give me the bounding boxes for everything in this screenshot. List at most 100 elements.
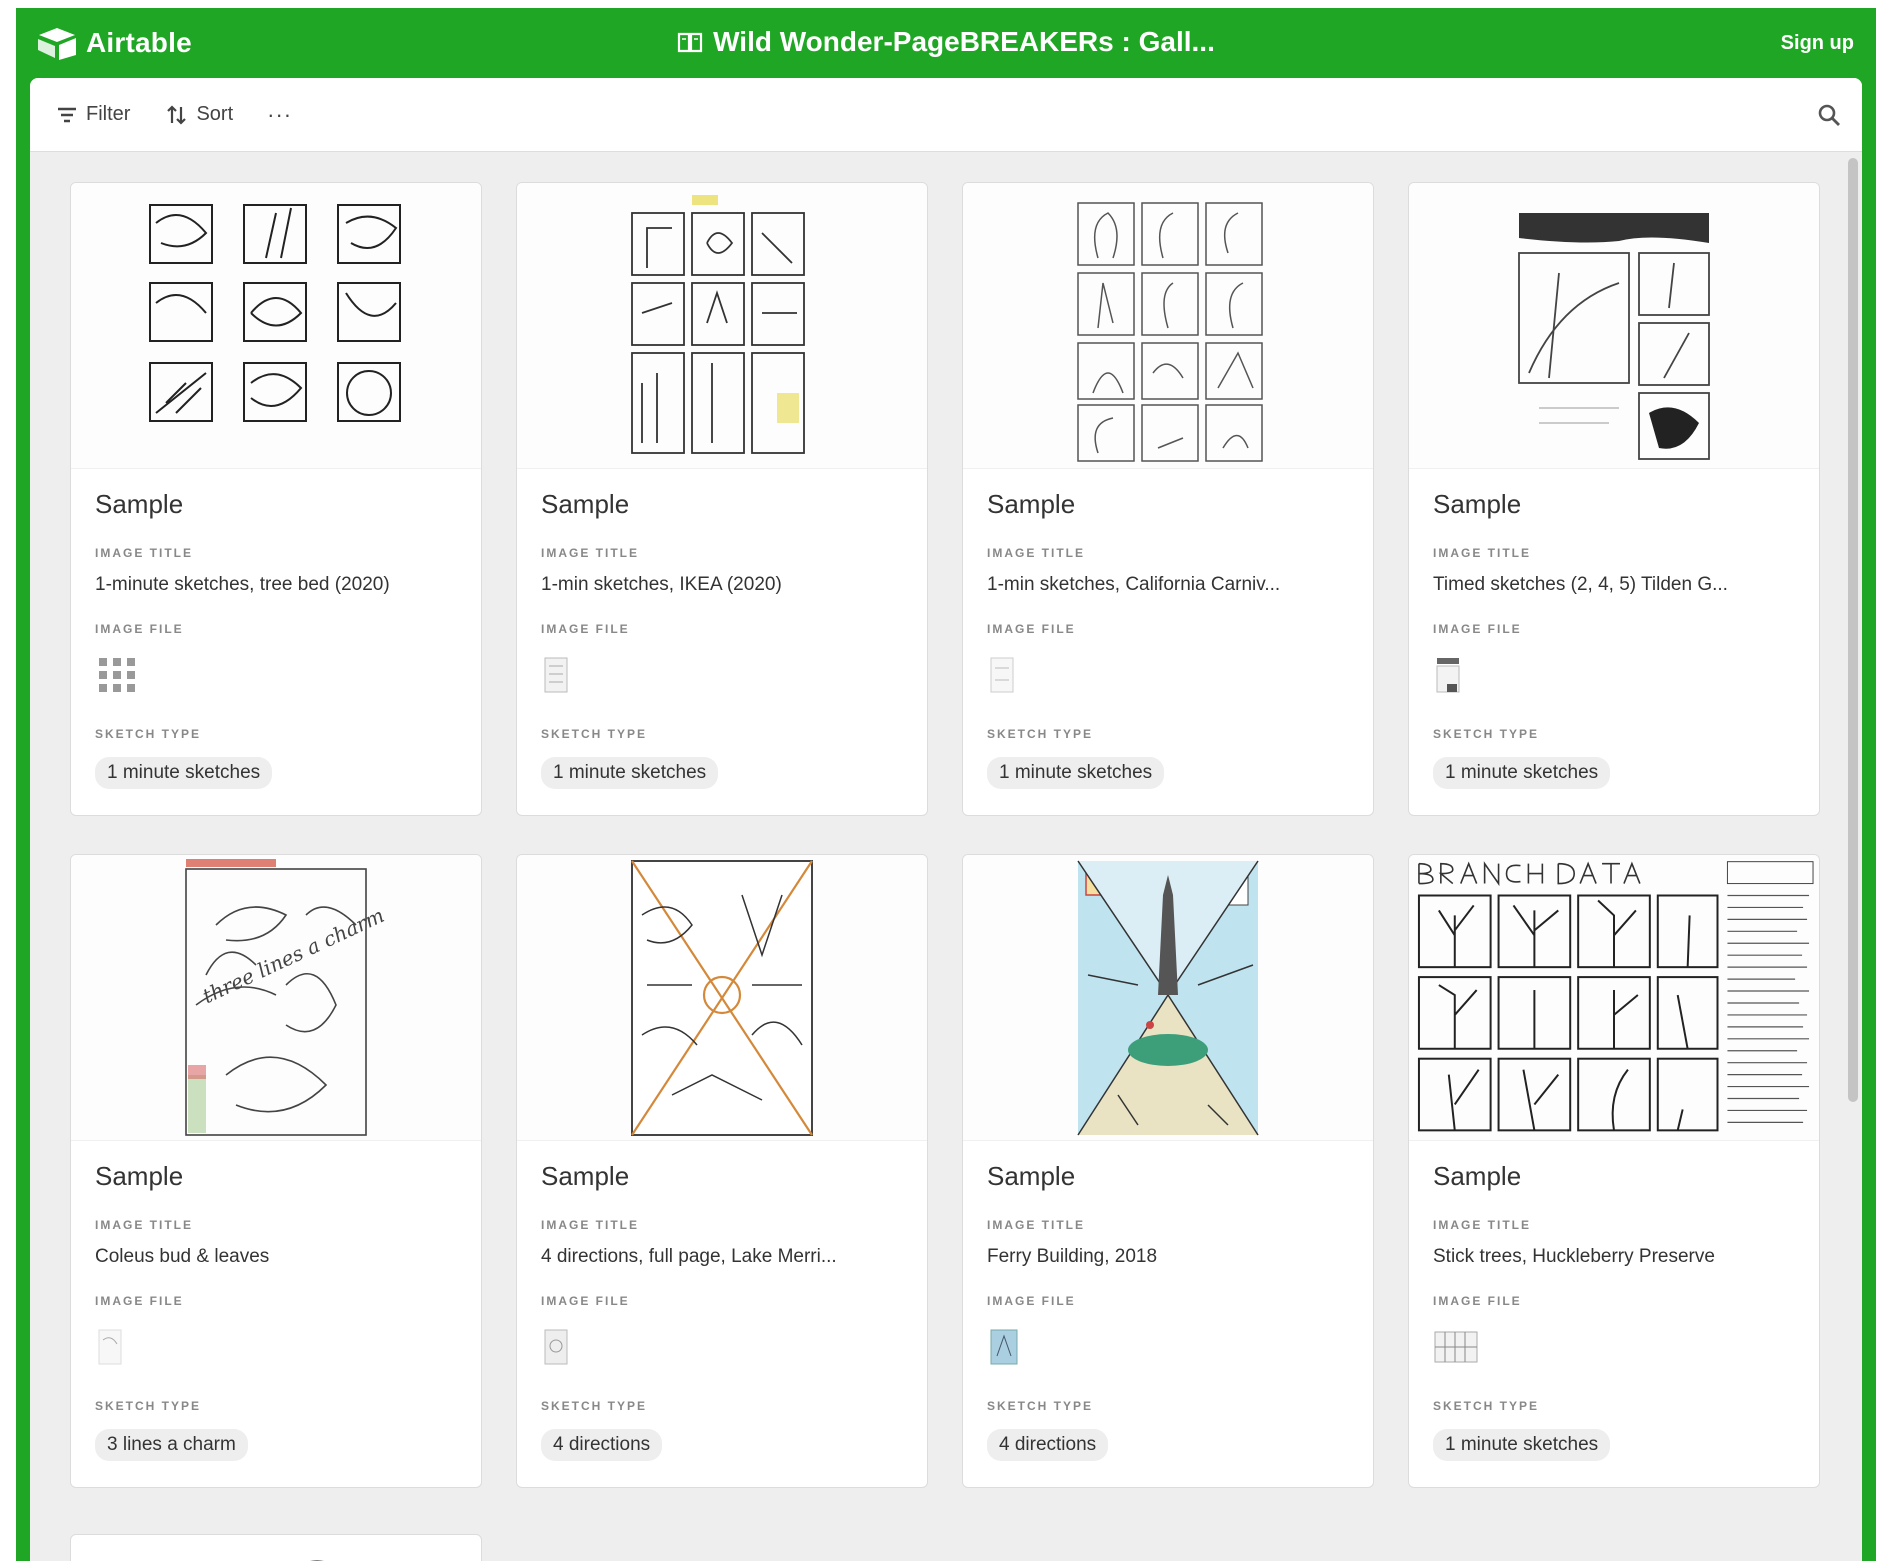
field-label: IMAGE TITLE [1433,1218,1531,1232]
attachment-thumbnail[interactable] [541,1326,587,1368]
sketch-thumbnail: three lines a charm [185,859,386,1136]
image-title-value: Coleus bud & leaves [95,1246,270,1267]
sketch-type-pill: 1 minute sketches [95,757,273,789]
card-primary-field: Sample [541,1161,630,1191]
attachment-thumbnail[interactable] [95,654,141,696]
field-label: IMAGE TITLE [541,546,639,560]
field-label: IMAGE FILE [95,1294,184,1308]
card-primary-field: Sample [1433,489,1522,519]
card-primary-field: Sample [95,1161,184,1191]
card-primary-field: Sample [987,1161,1076,1191]
book-icon [678,32,703,53]
sort-label: Sort [196,103,234,125]
card-primary-field: Sample [1433,1161,1522,1191]
sketch-thumbnail [1518,213,1710,460]
field-label: IMAGE FILE [1433,622,1522,636]
card-cover-image [963,183,1373,469]
field-label: SKETCH TYPE [541,727,648,741]
field-label: SKETCH TYPE [1433,727,1540,741]
top-bar: Airtable Wild Wonder-PageBREAKERs : Gall… [16,8,1876,76]
field-label: SKETCH TYPE [987,727,1094,741]
field-label: IMAGE FILE [541,622,630,636]
field-label: SKETCH TYPE [95,1399,202,1413]
sketch-thumbnail [149,204,401,422]
sketch-type-pill: 3 lines a charm [95,1429,248,1461]
sketch-type-pill: 1 minute sketches [987,757,1165,789]
attachment-thumbnail[interactable] [987,1326,1033,1368]
attachment-thumbnail[interactable] [541,654,587,696]
field-label: SKETCH TYPE [1433,1399,1540,1413]
image-title-value: 1-min sketches, California Carniv... [987,574,1281,595]
base-title: Wild Wonder-PageBREAKERs : Gall... [16,26,1876,58]
card-cover-image: three lines a charm [71,855,481,1141]
card-primary-field: Sample [541,489,630,519]
card-primary-field: Sample [987,489,1076,519]
card-cover-image [71,183,481,469]
filter-label: Filter [86,103,131,125]
card-primary-field: Sample [95,489,184,519]
view-toolbar: Filter Sort ··· [30,78,1862,152]
field-label: IMAGE TITLE [1433,546,1531,560]
card-cover-image [1409,855,1819,1141]
gallery-card[interactable]: Sample IMAGE TITLE Stick trees, Hucklebe… [1408,854,1820,1488]
filter-button[interactable]: Filter [56,103,130,126]
card-cover-image [517,855,927,1141]
sketch-thumbnail [1417,861,1814,1132]
image-title-value: 4 directions, full page, Lake Merri... [541,1246,837,1267]
sketch-thumbnail [1077,860,1259,1136]
field-label: SKETCH TYPE [95,727,202,741]
scrollbar[interactable] [1848,158,1858,1102]
card-cover-image [1409,183,1819,469]
field-label: IMAGE FILE [987,1294,1076,1308]
field-label: IMAGE TITLE [987,546,1085,560]
gallery-card[interactable]: Sample IMAGE TITLE Timed sketches (2, 4,… [1408,182,1820,816]
field-label: IMAGE FILE [1433,1294,1522,1308]
sketch-thumbnail [631,860,813,1136]
gallery-card[interactable]: Sample IMAGE TITLE 4 directions, full pa… [516,854,928,1488]
image-title-value: 1-minute sketches, tree bed (2020) [95,574,390,595]
field-label: IMAGE FILE [987,622,1076,636]
gallery-card[interactable]: Sample IMAGE TITLE 1-minute sketches, tr… [70,182,482,816]
base-title-text: Wild Wonder-PageBREAKERs : Gall... [713,26,1215,57]
more-icon[interactable]: ··· [267,102,292,128]
sign-up-link[interactable]: Sign up [1781,32,1854,55]
gallery-card[interactable]: Sample IMAGE TITLE Ferry Building, 2018 … [962,854,1374,1488]
attachment-thumbnail[interactable] [987,654,1033,696]
sketch-thumbnail [1077,202,1263,462]
card-cover-image [963,855,1373,1141]
sketch-thumbnail [310,1560,324,1561]
app-frame: Airtable Wild Wonder-PageBREAKERs : Gall… [16,8,1876,1561]
sort-icon [167,104,187,125]
gallery-card-partial[interactable] [70,1534,482,1561]
gallery-panel: Filter Sort ··· Sample IMAGE TITLE 1-min… [30,78,1862,1561]
field-label: IMAGE TITLE [541,1218,639,1232]
sketch-type-pill: 1 minute sketches [1433,757,1611,789]
field-label: IMAGE TITLE [95,1218,193,1232]
sketch-type-pill: 4 directions [987,1429,1109,1461]
card-cover-image [517,183,927,469]
image-title-value: Stick trees, Huckleberry Preserve [1433,1246,1715,1267]
sketch-type-pill: 1 minute sketches [1433,1429,1611,1461]
attachment-thumbnail[interactable] [95,1326,141,1368]
field-label: IMAGE FILE [541,1294,630,1308]
gallery-card[interactable]: three lines a charm Sample IMAGE TITLE C… [70,854,482,1488]
attachment-thumbnail[interactable] [1433,654,1479,696]
field-label: SKETCH TYPE [541,1399,648,1413]
field-label: SKETCH TYPE [987,1399,1094,1413]
field-label: IMAGE FILE [95,622,184,636]
field-label: IMAGE TITLE [987,1218,1085,1232]
gallery-card[interactable]: Sample IMAGE TITLE 1-min sketches, IKEA … [516,182,928,816]
image-title-value: Ferry Building, 2018 [987,1246,1158,1267]
sketch-type-pill: 1 minute sketches [541,757,719,789]
gallery-card[interactable]: Sample IMAGE TITLE 1-min sketches, Calif… [962,182,1374,816]
attachment-thumbnail[interactable] [1433,1326,1479,1368]
field-label: IMAGE TITLE [95,546,193,560]
sketch-type-pill: 4 directions [541,1429,663,1461]
image-title-value: 1-min sketches, IKEA (2020) [541,574,782,595]
sort-button[interactable]: Sort [166,103,233,126]
filter-icon [58,107,76,122]
svg-text:three lines a charm: three lines a charm [199,903,386,1008]
image-title-value: Timed sketches (2, 4, 5) Tilden G... [1433,574,1728,595]
sketch-thumbnail [631,195,805,454]
search-icon[interactable] [1816,102,1842,128]
